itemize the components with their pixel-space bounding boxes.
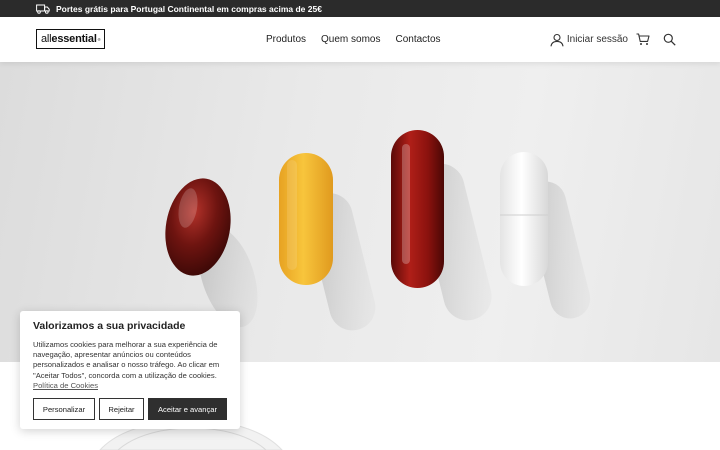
announcement-text: Portes grátis para Portugal Continental … [56,3,322,14]
cookie-body-text: Utilizamos cookies para melhorar a sua e… [33,340,220,380]
cookie-title: Valorizamos a sua privacidade [33,320,186,332]
white-capsule [500,152,548,286]
site-header: all essential ® Produtos Quem somos Contac… [0,17,720,62]
red-softgel-long [391,130,444,288]
cart-icon [636,33,650,45]
header-actions: Iniciar sessão [550,17,676,62]
customize-button[interactable]: Personalizar [33,398,95,421]
nav-item-produtos[interactable]: Produtos [266,34,306,45]
main-nav: Produtos Quem somos Contactos [266,17,441,62]
logo-registered-mark: ® [97,36,101,42]
search-icon [663,33,676,46]
nav-item-contactos[interactable]: Contactos [396,34,441,45]
user-icon [550,33,564,46]
announcement-bar: Portes grátis para Portugal Continental … [0,0,720,17]
site-logo[interactable]: all essential ® [36,29,106,49]
reject-button[interactable]: Rejeitar [99,398,144,421]
login-label: Iniciar sessão [566,34,628,45]
truck-icon [36,4,50,14]
cookie-policy-link[interactable]: Política de Cookies [33,381,98,390]
cookie-body: Utilizamos cookies para melhorar a sua e… [33,340,227,391]
logo-text-bold: essential [51,33,97,45]
logo-text-light: all [41,33,52,45]
cart-button[interactable] [636,33,650,46]
search-button[interactable] [663,33,676,46]
login-button[interactable]: Iniciar sessão [550,33,628,47]
nav-item-quem-somos[interactable]: Quem somos [321,34,380,45]
cookie-buttons: Personalizar Rejeitar Aceitar e avançar [33,398,227,421]
cookie-consent-dialog: Valorizamos a sua privacidade Utilizamos… [20,311,240,429]
accept-button[interactable]: Aceitar e avançar [148,398,227,421]
